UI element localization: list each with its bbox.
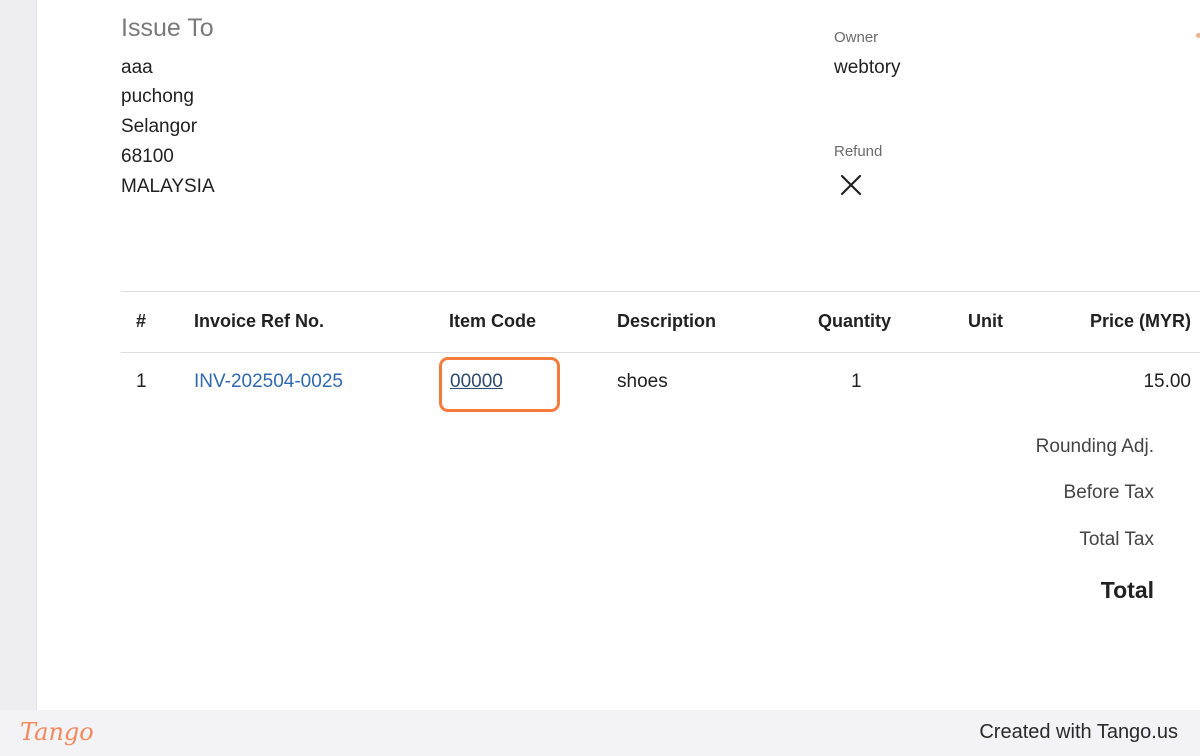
description-cell: shoes: [617, 371, 668, 392]
created-with-text: Created with Tango.us: [979, 721, 1178, 743]
issue-to-title: Issue To: [121, 14, 214, 42]
header-item-code: Item Code: [449, 311, 537, 331]
before-tax-label: Before Tax: [1063, 482, 1154, 503]
table-top-rule: [121, 291, 1200, 292]
price-cell: 15.00: [1143, 371, 1191, 392]
header-rule: [121, 352, 1200, 353]
tango-logo: Tango: [20, 718, 94, 746]
edge-indicator: [1196, 33, 1200, 38]
invoice-card: Issue To aaa puchong Selangor 68100 MALA…: [36, 0, 1200, 710]
header-invoice-ref: Invoice Ref No.: [194, 311, 325, 331]
header-price: Price (MYR): [1089, 311, 1191, 331]
footer-bar: Tango Created with Tango.us: [0, 710, 1200, 756]
row-number: 1: [136, 371, 147, 392]
header-unit: Unit: [968, 311, 1003, 331]
address-line: 68100: [121, 146, 174, 167]
owner-label: Owner: [834, 29, 879, 46]
rounding-adj-label: Rounding Adj.: [1035, 436, 1154, 457]
quantity-cell: 1: [851, 371, 862, 392]
owner-value: webtory: [834, 57, 901, 78]
header-description: Description: [617, 311, 717, 331]
close-icon: [840, 174, 862, 196]
total-tax-label: Total Tax: [1079, 529, 1154, 550]
address-line: aaa: [121, 57, 153, 78]
address-line: Selangor: [121, 116, 198, 137]
refund-label: Refund: [834, 143, 883, 160]
highlight-box: [439, 357, 560, 412]
header-number: #: [136, 311, 147, 331]
left-gutter: [0, 0, 36, 710]
invoice-ref-link[interactable]: INV-202504-0025: [194, 371, 343, 393]
address-line: puchong: [121, 86, 194, 107]
header-quantity: Quantity: [818, 311, 892, 331]
total-label: Total: [1100, 577, 1154, 603]
address-line: MALAYSIA: [121, 176, 215, 197]
